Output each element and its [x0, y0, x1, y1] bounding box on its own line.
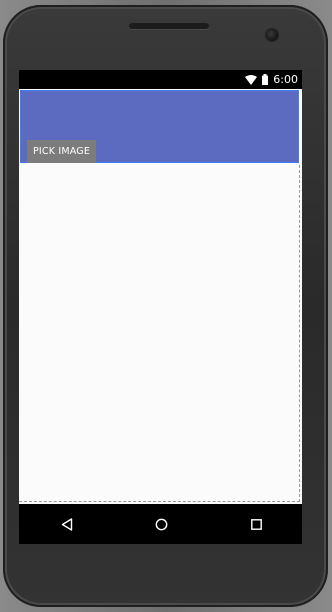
speaker-grille	[129, 23, 209, 29]
status-time: 6:00	[273, 73, 298, 86]
home-icon[interactable]	[152, 515, 170, 533]
emulator-stage: 6:00 PICK IMAGE	[0, 0, 332, 612]
status-icons: 6:00	[245, 72, 298, 87]
app-header: PICK IMAGE	[20, 90, 299, 163]
phone-frame: 6:00 PICK IMAGE	[3, 5, 328, 607]
navigation-bar	[19, 504, 302, 544]
back-icon[interactable]	[58, 515, 76, 533]
front-camera	[266, 29, 278, 41]
pick-image-button[interactable]: PICK IMAGE	[27, 140, 96, 163]
recents-icon[interactable]	[247, 515, 265, 533]
layout-bounds-right	[299, 165, 300, 502]
wifi-icon	[245, 70, 258, 89]
app-content: PICK IMAGE	[19, 89, 302, 504]
phone-screen: 6:00 PICK IMAGE	[19, 70, 302, 544]
status-bar: 6:00	[19, 70, 302, 89]
layout-bounds-bottom	[19, 501, 300, 502]
battery-icon	[262, 70, 269, 89]
